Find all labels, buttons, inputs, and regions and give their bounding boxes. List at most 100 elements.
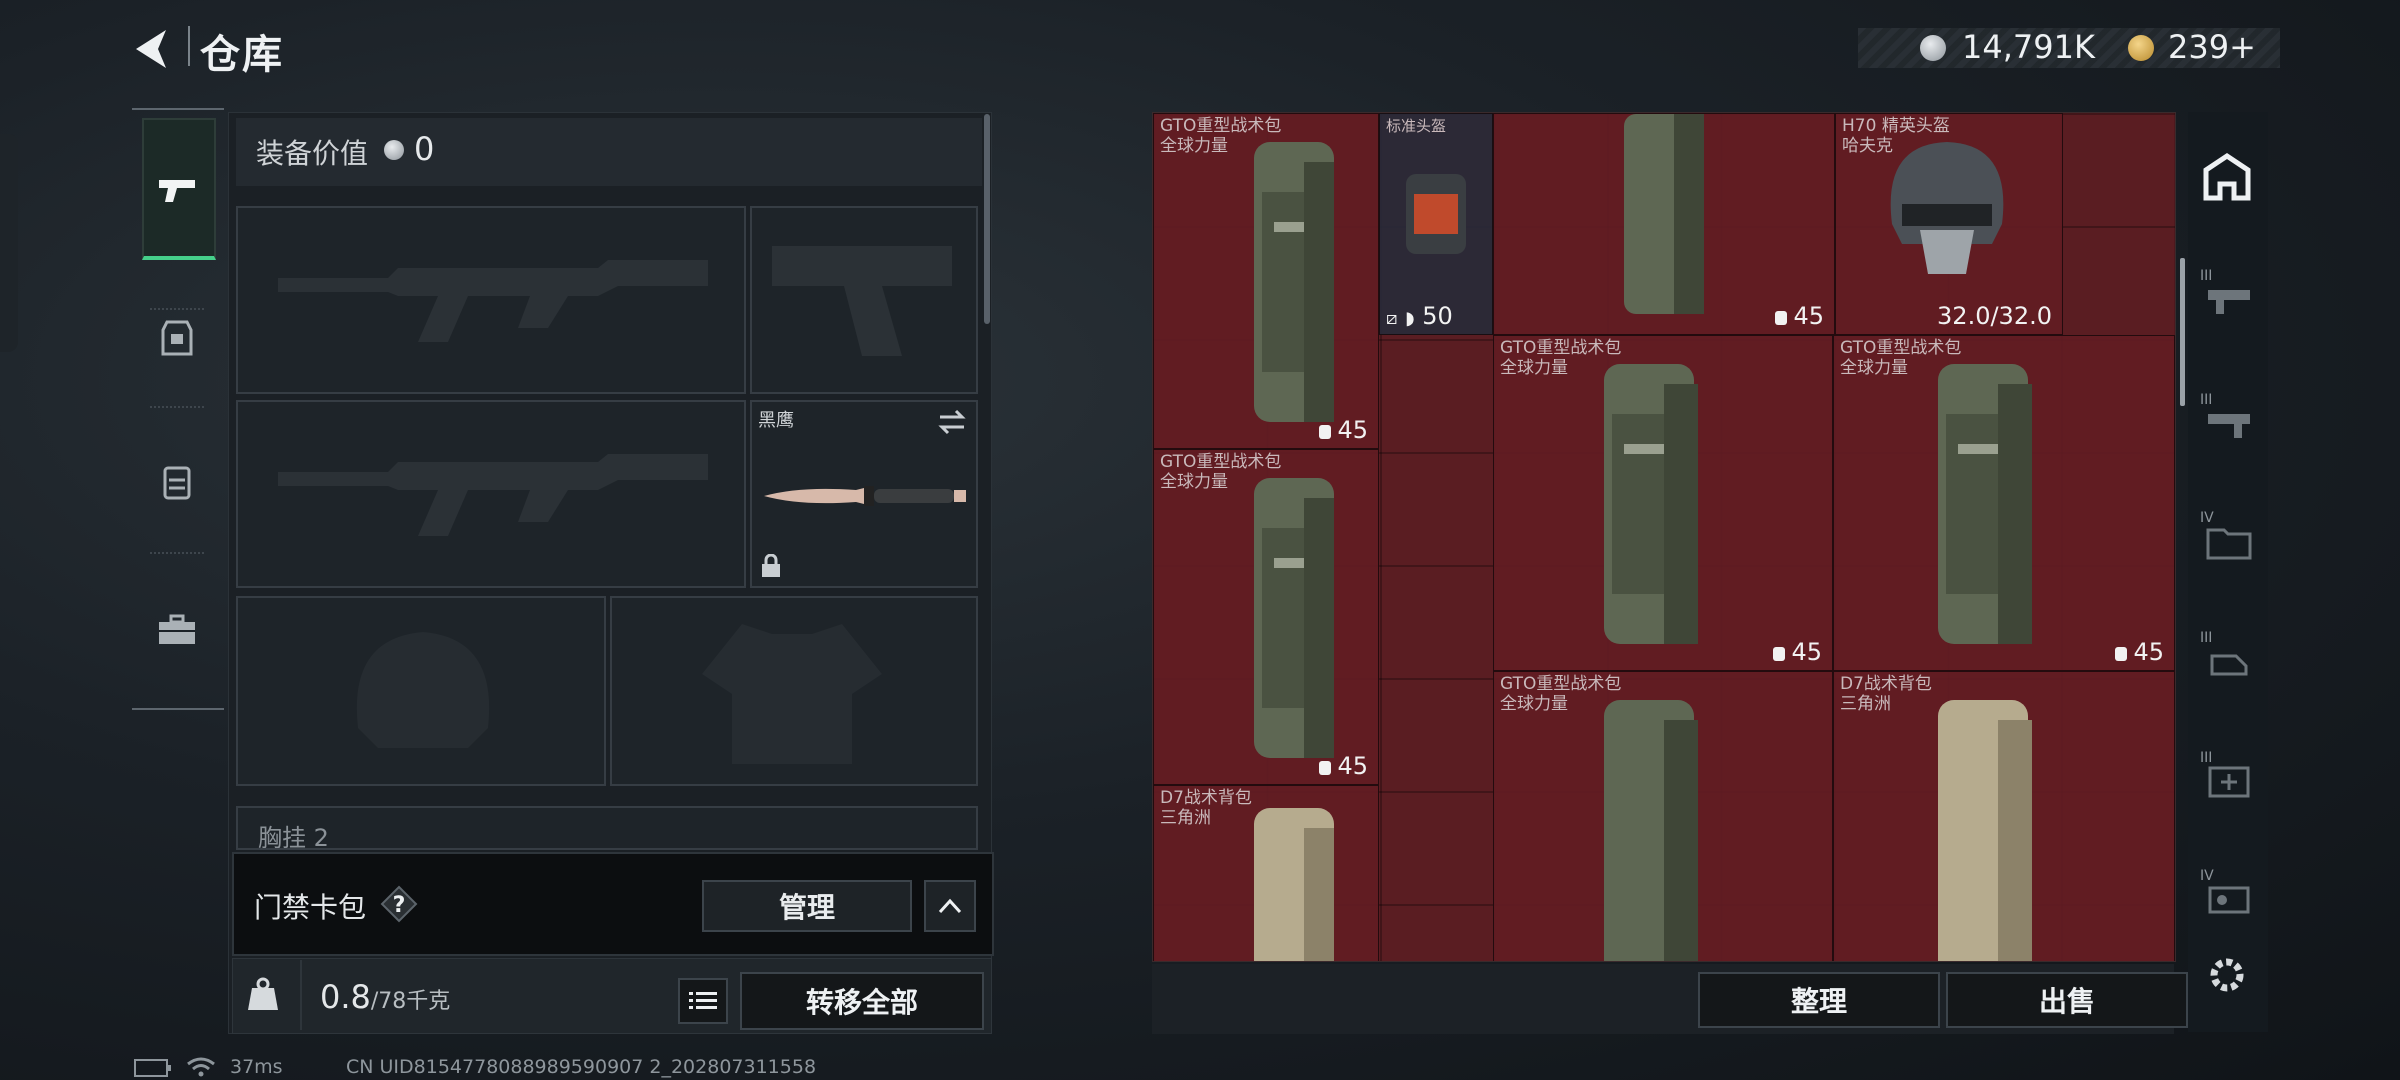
side-drawer-handle[interactable] bbox=[0, 134, 18, 352]
tab-armor-icon[interactable] bbox=[153, 314, 201, 362]
stash-item-backpack[interactable]: GTO重型战术包 全球力量 bbox=[1493, 671, 1833, 961]
item-brand: 三角洲 bbox=[1840, 694, 1891, 714]
item-capacity: 45 bbox=[2113, 638, 2164, 666]
item-name: 标准头盔 bbox=[1386, 117, 1447, 135]
chevron-up-icon bbox=[938, 898, 962, 914]
value-coin-icon bbox=[384, 140, 404, 160]
rifle-filter-icon bbox=[2208, 290, 2250, 314]
item-capacity: 45 bbox=[1773, 302, 1824, 330]
uid-text: CN UID8154778088989590907 2_202807311558 bbox=[346, 1056, 817, 1078]
equipment-value-label: 装备价值 bbox=[256, 137, 369, 170]
filter-tier-rifle-1[interactable]: III bbox=[2198, 268, 2258, 322]
swap-icon[interactable] bbox=[936, 408, 968, 436]
transfer-all-button[interactable]: 转移全部 bbox=[740, 972, 984, 1030]
gold-coin-icon bbox=[2128, 35, 2154, 61]
filter-tier-case[interactable]: IV bbox=[2198, 510, 2258, 564]
item-brand: 全球力量 bbox=[1500, 694, 1568, 714]
melee-name: 黑鹰 bbox=[758, 410, 794, 431]
stash-grid[interactable]: GTO重型战术包 全球力量 45 标准头盔 ⧄ ◗ 50 45 H70 精英头盔… bbox=[1152, 112, 2176, 962]
item-name: D7战术背包 bbox=[1840, 674, 1932, 694]
lock-icon bbox=[762, 554, 780, 577]
item-brand: 全球力量 bbox=[1160, 472, 1228, 492]
collapse-button[interactable] bbox=[924, 880, 976, 932]
rifle-silhouette-icon bbox=[278, 260, 708, 342]
stash-item-backpack[interactable]: GTO重型战术包 全球力量 45 bbox=[1833, 335, 2175, 671]
list-icon bbox=[689, 992, 717, 1009]
stash-item-tactical-backpack[interactable]: D7战术背包 三角洲 bbox=[1833, 671, 2175, 961]
melee-slot[interactable]: 黑鹰 bbox=[750, 400, 978, 588]
sell-button[interactable]: 出售 bbox=[1946, 972, 2188, 1028]
pistol-icon bbox=[159, 180, 195, 202]
tab-separator bbox=[150, 308, 204, 310]
keycard-filter-icon bbox=[2208, 886, 2250, 914]
primary-weapon-slot[interactable] bbox=[236, 206, 746, 394]
capacity-icon bbox=[1319, 761, 1332, 775]
item-capacity: 45 bbox=[1771, 638, 1822, 666]
item-durability: 32.0/32.0 bbox=[1937, 302, 2052, 330]
weight-current: 0.8 bbox=[320, 978, 371, 1016]
stash-item-backpack[interactable]: GTO重型战术包 全球力量 45 bbox=[1153, 449, 1379, 785]
weight-divider bbox=[300, 960, 302, 1030]
silver-currency-amount: 14,791K bbox=[1962, 28, 2095, 66]
backpack-icon bbox=[1624, 114, 1704, 314]
item-capacity: 45 bbox=[1317, 752, 1368, 780]
filter-tier-key[interactable]: IV bbox=[2198, 868, 2258, 922]
item-brand: 全球力量 bbox=[1840, 358, 1908, 378]
item-capacity: 45 bbox=[1317, 416, 1368, 444]
stash-item-backpack[interactable]: GTO重型战术包 全球力量 45 bbox=[1153, 113, 1379, 449]
title-divider bbox=[188, 26, 190, 66]
filter-tier-medical[interactable]: III bbox=[2198, 750, 2258, 804]
rifle-silhouette-icon bbox=[278, 454, 708, 536]
medkit-filter-icon bbox=[2208, 766, 2250, 798]
capacity-icon bbox=[1773, 647, 1786, 661]
page-title: 仓库 bbox=[200, 32, 284, 78]
chest-rig-slot[interactable]: 胸挂 2 bbox=[236, 806, 978, 850]
settings-gear-icon[interactable] bbox=[2204, 952, 2250, 998]
gold-currency-amount[interactable]: 239+ bbox=[2168, 28, 2256, 66]
pistol-slot[interactable] bbox=[750, 206, 978, 394]
chest-rig-label: 胸挂 2 bbox=[258, 824, 329, 850]
capacity-icon bbox=[2115, 647, 2128, 661]
item-brand: 全球力量 bbox=[1500, 358, 1568, 378]
folder-filter-icon bbox=[2206, 528, 2252, 560]
item-name: H70 精英头盔 bbox=[1842, 116, 1950, 136]
access-card-label: 门禁卡包 bbox=[254, 891, 367, 924]
stash-item-helmet[interactable]: 标准头盔 ⧄ ◗ 50 bbox=[1379, 113, 1493, 335]
stash-item-tactical-backpack[interactable]: D7战术背包 三角洲 bbox=[1153, 785, 1379, 961]
help-icon[interactable]: ? bbox=[380, 885, 418, 923]
tab-case-icon[interactable] bbox=[153, 606, 201, 654]
equipment-scrollbar[interactable] bbox=[984, 114, 990, 324]
item-capacity-value: 45 bbox=[2133, 638, 2164, 666]
equipment-value-amount: 0 bbox=[414, 130, 435, 168]
backpack-icon bbox=[1938, 700, 2032, 961]
item-capacity-value: 45 bbox=[1793, 302, 1824, 330]
ping-text: 37ms bbox=[230, 1056, 283, 1078]
stash-item-elite-helmet[interactable]: H70 精英头盔 哈夫克 32.0/32.0 bbox=[1835, 113, 2063, 335]
stash-scrollbar[interactable] bbox=[2180, 258, 2185, 406]
hand-filter-icon bbox=[2210, 654, 2248, 676]
tab-backpack-icon[interactable] bbox=[153, 458, 201, 506]
manage-button[interactable]: 管理 bbox=[702, 880, 912, 932]
back-icon[interactable] bbox=[128, 24, 178, 74]
item-name: D7战术背包 bbox=[1160, 788, 1252, 808]
weight-max: /78千克 bbox=[370, 989, 451, 1014]
backpack-icon bbox=[1938, 364, 2032, 644]
capacity-icon bbox=[1775, 311, 1788, 325]
list-view-button[interactable] bbox=[678, 978, 728, 1024]
filter-tier-hand[interactable]: III bbox=[2198, 630, 2258, 684]
item-capacity-value: 45 bbox=[1337, 416, 1368, 444]
filter-tier-rifle-2[interactable]: III bbox=[2198, 392, 2258, 446]
secondary-weapon-slot[interactable] bbox=[236, 400, 746, 588]
wifi-icon bbox=[187, 1057, 215, 1077]
silver-coin-icon bbox=[1920, 35, 1946, 61]
stash-filter-icon[interactable] bbox=[2200, 150, 2254, 204]
sort-button[interactable]: 整理 bbox=[1698, 972, 1940, 1028]
body-armor-slot[interactable] bbox=[610, 596, 978, 786]
stash-item-backpack[interactable]: 45 bbox=[1493, 113, 1835, 335]
stash-item-backpack[interactable]: GTO重型战术包 全球力量 45 bbox=[1493, 335, 1833, 671]
item-brand: 三角洲 bbox=[1160, 808, 1211, 828]
item-durability-value: 50 bbox=[1422, 302, 1453, 330]
backpack-icon bbox=[1254, 142, 1334, 422]
tab-separator bbox=[150, 552, 204, 554]
helmet-slot[interactable] bbox=[236, 596, 606, 786]
